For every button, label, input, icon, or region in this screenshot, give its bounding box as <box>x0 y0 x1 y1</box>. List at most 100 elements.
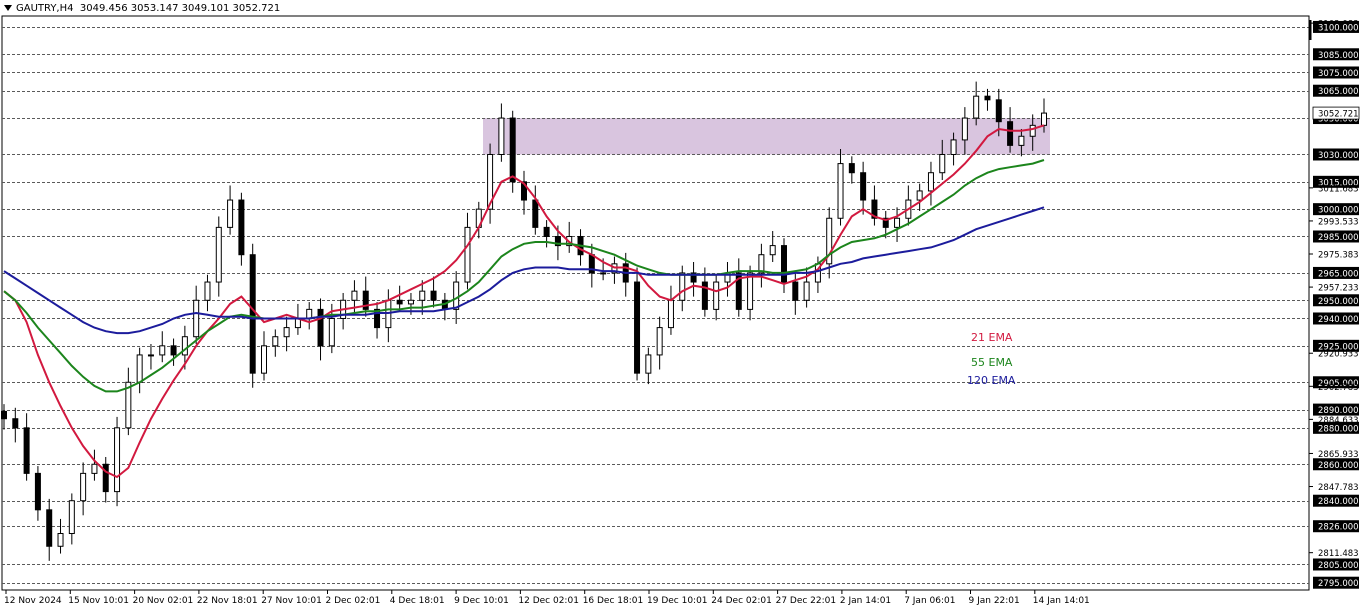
candle-body <box>193 299 200 338</box>
candle-body <box>102 463 109 493</box>
candle-body <box>464 226 471 283</box>
price-label: 3030.000 <box>1318 151 1359 161</box>
candle-body <box>170 345 177 356</box>
candle-body <box>147 354 154 357</box>
time-label: 16 Dec 18:01 <box>583 596 644 606</box>
time-label: 19 Dec 10:01 <box>647 596 708 606</box>
candle-body <box>1 410 7 420</box>
chart-area[interactable]: 21 EMA55 EMA120 EMA3102.0833100.0003085.… <box>0 0 1362 611</box>
candle-body <box>645 354 652 374</box>
candle-body <box>803 281 810 301</box>
time-label: 12 Nov 2024 <box>4 596 62 606</box>
candle-body <box>656 327 663 356</box>
candle-body <box>215 226 222 283</box>
price-label: 2805.000 <box>1318 561 1359 571</box>
candle-body <box>532 199 539 228</box>
candle-body <box>204 281 211 301</box>
candle-body <box>961 117 968 141</box>
price-label: 2840.000 <box>1318 497 1359 507</box>
time-label: 7 Jan 06:01 <box>904 596 955 606</box>
price-label: 2920.933 <box>1318 350 1359 360</box>
ema55-label: 55 EMA <box>971 356 1013 369</box>
time-label: 2 Dec 02:01 <box>326 596 381 606</box>
candle-body <box>1041 112 1047 126</box>
price-chart[interactable]: 21 EMA55 EMA120 EMA3102.0833100.0003085.… <box>0 0 1362 611</box>
candle-body <box>973 95 980 119</box>
candle-body <box>419 290 426 301</box>
time-label: 12 Dec 02:01 <box>518 596 579 606</box>
price-label: 2902.783 <box>1318 383 1359 393</box>
ohlc-label: 3049.456 3053.147 3049.101 3052.721 <box>79 3 281 14</box>
candle-body <box>351 290 358 301</box>
candle-body <box>57 533 64 547</box>
candle-body <box>227 199 234 228</box>
time-label: 14 Jan 14:01 <box>1033 596 1090 606</box>
time-label: 27 Nov 10:01 <box>261 596 322 606</box>
time-label: 2 Jan 14:01 <box>840 596 891 606</box>
candle-body <box>713 281 720 310</box>
candle-body <box>23 427 30 474</box>
price-label: 3075.000 <box>1318 69 1359 79</box>
price-label: 2826.000 <box>1318 523 1359 533</box>
time-label: 22 Nov 18:01 <box>197 596 258 606</box>
dropdown-triangle-icon[interactable] <box>4 5 12 11</box>
candle-body <box>498 117 505 155</box>
candle-body <box>1018 135 1025 146</box>
candle-body <box>939 153 946 174</box>
candle-body <box>916 190 923 201</box>
candle-body <box>894 217 901 228</box>
candle-body <box>927 172 934 192</box>
candle-body <box>46 509 53 547</box>
candle-body <box>679 272 686 301</box>
candle-body <box>249 254 256 374</box>
time-label: 15 Nov 10:01 <box>68 596 129 606</box>
chart-title: GAUTRY,H4 3049.456 3053.147 3049.101 305… <box>4 3 280 14</box>
candle-body <box>701 281 708 310</box>
price-label: 2890.000 <box>1318 406 1359 416</box>
current-price-label: 3052.721 <box>1318 110 1359 120</box>
price-label: 3065.000 <box>1318 87 1359 97</box>
price-label: 2940.000 <box>1318 315 1359 325</box>
price-label: 3100.000 <box>1318 23 1359 33</box>
candle-body <box>848 163 855 174</box>
price-label: 2860.000 <box>1318 461 1359 471</box>
candle-body <box>509 117 516 183</box>
candle-body <box>272 336 279 347</box>
candle-body <box>114 427 121 493</box>
time-label: 20 Nov 02:01 <box>133 596 194 606</box>
candle-body <box>261 345 267 374</box>
ema21-label: 21 EMA <box>971 331 1013 344</box>
candle-body <box>159 345 166 356</box>
candle-body <box>984 95 991 101</box>
time-label: 24 Dec 02:01 <box>711 596 772 606</box>
candle-body <box>1007 121 1014 146</box>
candle-body <box>543 226 550 237</box>
candle-body <box>328 317 335 347</box>
candle-body <box>136 354 143 383</box>
candle-body <box>407 299 414 305</box>
price-label: 2975.383 <box>1318 251 1359 261</box>
price-label: 2993.533 <box>1318 217 1359 227</box>
price-label: 2985.000 <box>1318 233 1359 243</box>
candle-body <box>1029 124 1036 137</box>
candle-body <box>747 272 754 310</box>
candle-body <box>34 472 41 511</box>
time-label: 9 Dec 10:01 <box>454 596 509 606</box>
time-label: 27 Dec 22:01 <box>776 596 837 606</box>
price-label: 2880.000 <box>1318 424 1359 434</box>
price-label: 3085.000 <box>1318 51 1359 61</box>
symbol-label: GAUTRY,H4 <box>16 3 74 14</box>
price-label: 2950.000 <box>1318 297 1359 307</box>
price-label: 2811.483 <box>1318 549 1359 559</box>
candle-body <box>950 139 957 155</box>
price-label: 2847.783 <box>1318 483 1359 493</box>
candle-body <box>396 299 403 305</box>
candle-body <box>860 172 867 201</box>
candle-body <box>68 500 75 535</box>
price-label: 2957.233 <box>1318 284 1359 294</box>
candle-body <box>781 245 787 283</box>
candle-body <box>238 199 245 256</box>
candle-body <box>837 163 844 219</box>
candle-body <box>667 299 674 329</box>
price-label: 2965.000 <box>1318 269 1359 279</box>
